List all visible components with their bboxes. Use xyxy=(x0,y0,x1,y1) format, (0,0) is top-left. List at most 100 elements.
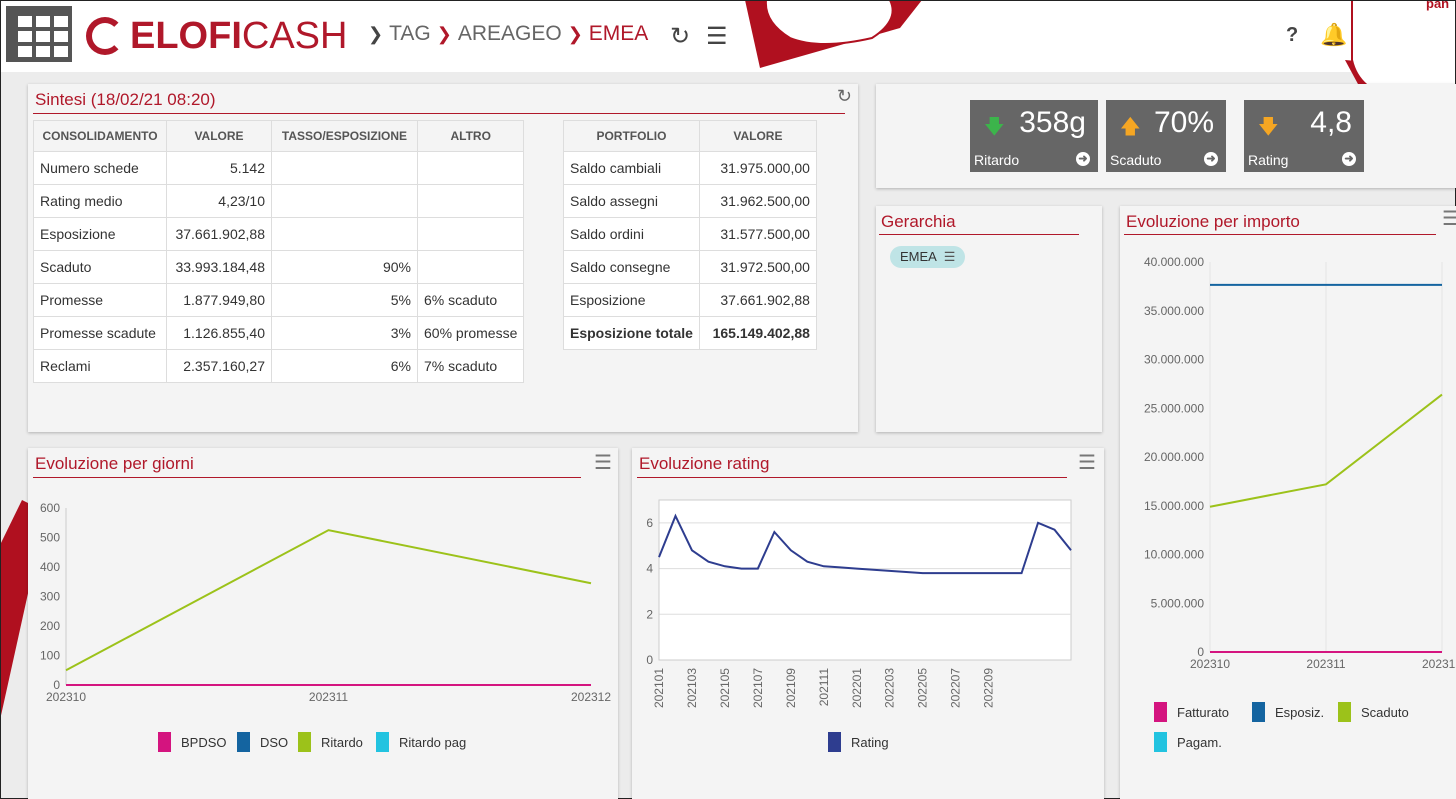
legend-item[interactable]: DSO xyxy=(237,732,288,752)
y-tick-label: 5.000.000 xyxy=(1151,596,1205,610)
arrow-up-icon: 🡅 xyxy=(1120,116,1141,138)
refresh-icon[interactable]: ↻ xyxy=(837,86,852,107)
cell-label: Esposizione totale xyxy=(563,316,700,350)
go-arrow-icon[interactable]: ➜ xyxy=(1076,152,1090,166)
x-tick-label: 202209 xyxy=(982,668,996,708)
title-underline xyxy=(33,113,845,114)
legend-item[interactable]: Esposiz. xyxy=(1252,702,1324,722)
callout-text: pan xyxy=(1426,0,1450,11)
arrow-down-icon: 🡇 xyxy=(984,116,1005,138)
legend-item[interactable]: Scaduto xyxy=(1338,702,1409,722)
x-tick-label: 202311 xyxy=(309,690,348,704)
legend-item[interactable]: Ritardo xyxy=(298,732,363,752)
legend-label: Scaduto xyxy=(1361,704,1409,720)
legend-label: Ritardo pag xyxy=(399,734,467,750)
kpi-ritardo[interactable]: 🡇 358g Ritardo ➜ xyxy=(970,100,1098,172)
legend-item[interactable]: Pagam. xyxy=(1154,732,1222,752)
importo-chart: 05.000.00010.000.00015.000.00020.000.000… xyxy=(1144,255,1456,671)
cell-other xyxy=(416,184,525,218)
cell-value: 2.357.160,27 xyxy=(166,349,272,383)
cell-other: 60% promesse xyxy=(416,316,525,350)
plot-area xyxy=(658,499,1072,661)
column-header: CONSOLIDAMENTO xyxy=(33,120,167,152)
rating-panel: Evoluzione rating ☰ 0 2 4 6 202101 202103 2021… xyxy=(632,448,1104,799)
x-tick-label: 202103 xyxy=(685,668,699,708)
x-tick-label: 202312 xyxy=(1422,657,1456,671)
kpi-value: 70% xyxy=(1153,106,1214,139)
y-tick-label: 4 xyxy=(646,562,653,576)
cell-value: 4,23/10 xyxy=(166,184,272,218)
cell-label: Promesse xyxy=(33,283,167,317)
cell-label: Esposizione xyxy=(33,217,167,251)
cell-rate xyxy=(271,184,418,218)
column-header: PORTFOLIO xyxy=(563,120,700,152)
cell-rate: 3% xyxy=(271,316,418,350)
portfolio-table: PORTFOLIO VALORE Saldo cambiali 31.975.00… xyxy=(563,120,817,350)
cell-value: 31.972.500,00 xyxy=(698,250,817,284)
table-row: Saldo ordini 31.577.500,00 xyxy=(563,217,817,251)
chart-menu-icon[interactable]: ☰ xyxy=(1078,450,1096,475)
cell-label: Scaduto xyxy=(33,250,167,284)
giorni-panel: Evoluzione per giorni ☰ 0 100 200 300 400 500… xyxy=(28,448,618,799)
y-tick-label: 25.000.000 xyxy=(1144,401,1204,415)
x-tick-label: 202205 xyxy=(916,668,930,708)
legend-item[interactable]: BPDSO xyxy=(158,732,227,752)
chart-menu-icon[interactable]: ☰ xyxy=(1442,206,1456,231)
x-tick-label: 202107 xyxy=(751,668,765,708)
cell-other: 7% scaduto xyxy=(416,349,525,383)
x-tick-label: 202203 xyxy=(883,668,897,708)
cell-value: 31.577.500,00 xyxy=(698,217,817,251)
legend-swatch xyxy=(376,732,389,752)
tag-label: EMEA xyxy=(900,249,937,264)
x-tick-label: 202311 xyxy=(1306,657,1345,671)
y-tick-label: 300 xyxy=(40,590,60,604)
cell-value: 5.142 xyxy=(166,151,272,185)
kpi-label: Rating xyxy=(1248,152,1289,168)
gerarchia-panel: Gerarchia xyxy=(876,206,1102,432)
cell-rate: 5% xyxy=(271,283,418,317)
legend-swatch xyxy=(1252,702,1265,722)
legend-swatch xyxy=(1154,732,1167,752)
y-tick-label: 100 xyxy=(40,649,60,663)
chart-title: Evoluzione rating xyxy=(639,454,770,473)
cell-value: 37.661.902,88 xyxy=(698,283,817,317)
column-header: VALORE xyxy=(166,120,272,152)
y-tick-label: 500 xyxy=(40,531,60,545)
chart-title: Evoluzione per importo xyxy=(1126,212,1300,231)
table-row: Esposizione 37.661.902,88 xyxy=(563,283,817,317)
arrow-down-icon: 🡇 xyxy=(1258,116,1279,138)
y-tick-label: 0 xyxy=(646,653,653,667)
table-row: Reclami 2.357.160,27 6% 7% scaduto xyxy=(33,349,525,383)
cell-rate: 6% xyxy=(271,349,418,383)
y-tick-label: 35.000.000 xyxy=(1144,304,1204,318)
kpi-scaduto[interactable]: 🡅 70% Scaduto ➜ xyxy=(1106,100,1226,172)
cell-other xyxy=(416,151,525,185)
kpi-label: Scaduto xyxy=(1110,152,1162,168)
legend-swatch xyxy=(828,732,841,752)
legend-item[interactable]: Fatturato xyxy=(1154,702,1229,722)
table-row: Rating medio 4,23/10 xyxy=(33,184,525,218)
y-tick-label: 2 xyxy=(646,607,653,621)
legend-item[interactable]: Rating xyxy=(828,732,889,752)
go-arrow-icon[interactable]: ➜ xyxy=(1342,152,1356,166)
y-tick-label: 40.000.000 xyxy=(1144,255,1204,269)
cell-value: 1.126.855,40 xyxy=(166,316,272,350)
y-tick-label: 10.000.000 xyxy=(1144,548,1204,562)
table-row: Scaduto 33.993.184,48 90% xyxy=(33,250,525,284)
y-tick-label: 200 xyxy=(40,619,60,633)
importo-panel: Evoluzione per importo ☰ 0 5.000.000 10.00… xyxy=(1120,206,1456,799)
hierarchy-tag[interactable]: EMEA ☰ xyxy=(890,246,966,268)
kpi-rating[interactable]: 🡇 4,8 Rating ➜ xyxy=(1244,100,1364,172)
column-header: TASSO/ESPOSIZIONE xyxy=(271,120,418,152)
legend-item[interactable]: Ritardo pag xyxy=(376,732,466,752)
chart-menu-icon[interactable]: ☰ xyxy=(594,450,612,475)
column-header: ALTRO xyxy=(416,120,525,152)
cell-label: Saldo consegne xyxy=(563,250,700,284)
list-icon: ☰ xyxy=(943,249,956,264)
go-arrow-icon[interactable]: ➜ xyxy=(1204,152,1218,166)
sintesi-title: Sintesi (18/02/21 08:20) xyxy=(35,90,216,109)
cell-value: 31.962.500,00 xyxy=(698,184,817,218)
kpi-value: 4,8 xyxy=(1310,106,1352,139)
x-tick-label: 202201 xyxy=(850,668,864,708)
table-row: Numero schede 5.142 xyxy=(33,151,525,185)
